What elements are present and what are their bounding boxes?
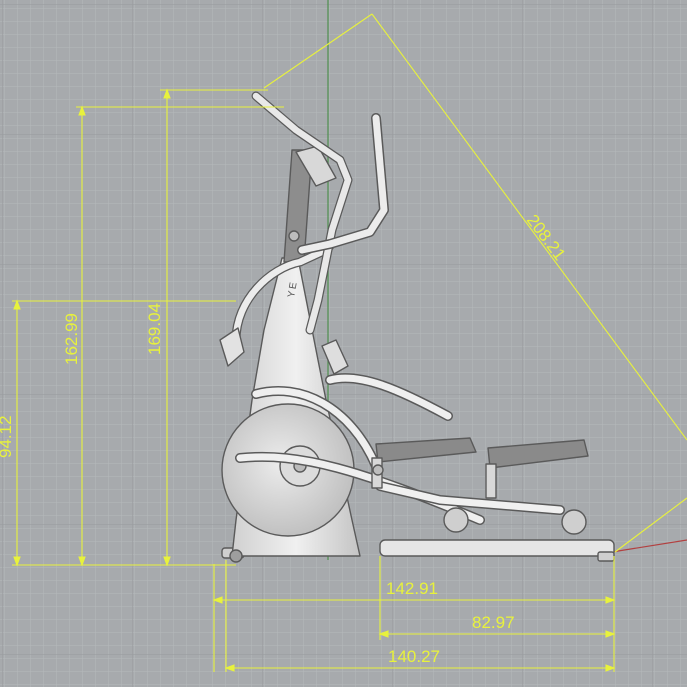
base-wheel (229, 549, 243, 563)
dim-label-height-console: 162.99 (62, 313, 81, 365)
pedal-front-post (485, 463, 497, 499)
mast-pivot (288, 230, 300, 242)
dim-label-length-rail: 82.97 (472, 613, 515, 632)
dim-label-length-total: 142.91 (386, 579, 438, 598)
roller-front (561, 509, 587, 535)
base-plate (379, 539, 615, 557)
cad-viewport[interactable]: YE 94.12 162.99 169.04 208.21 142.91 82.… (0, 0, 687, 687)
dim-label-height-handle: 169.04 (145, 303, 164, 355)
roller-rear (443, 507, 469, 533)
dim-label-height-front: 94.12 (0, 415, 15, 458)
pivot-joint (372, 464, 384, 476)
dim-label-length-base: 140.27 (388, 647, 440, 666)
construction-grid (0, 0, 687, 687)
base-foot-front (597, 551, 615, 562)
